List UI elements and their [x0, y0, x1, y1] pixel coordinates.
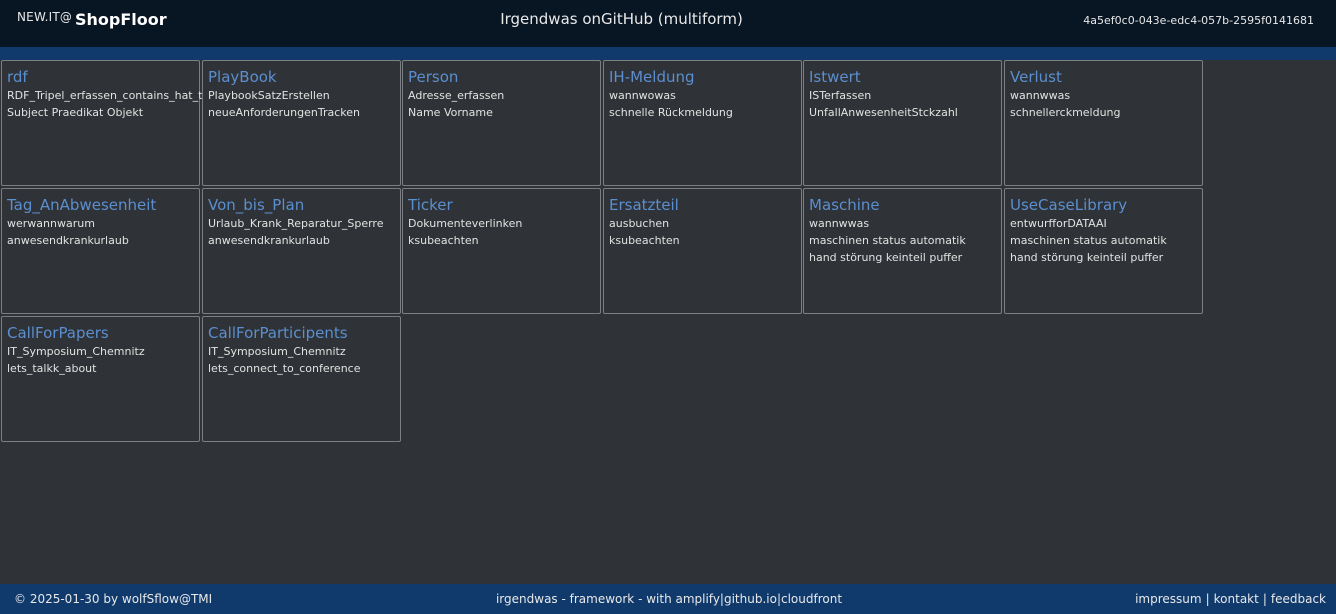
form-card-person[interactable]: Person Adresse_erfassen Name Vorname [402, 60, 601, 186]
link-separator: | [1205, 592, 1210, 606]
card-description-line: Adresse_erfassen [408, 89, 505, 102]
form-card-callforparticipents[interactable]: CallForParticipents IT_Symposium_Chemnitz… [202, 316, 401, 442]
card-description-line: maschinen status automatik [809, 234, 966, 247]
card-description-line: IT_Symposium_Chemnitz [7, 345, 145, 358]
card-description-line: anwesendkrankurlaub [7, 234, 129, 247]
form-card-usecaselibrary[interactable]: UseCaseLibrary entwurfforDATAAI maschinen … [1004, 188, 1203, 314]
card-title[interactable]: CallForPapers [7, 323, 199, 343]
form-card-ih-meldung[interactable]: IH-Meldung wannwowas schnelle Rückmeldung [603, 60, 802, 186]
form-card-callforpapers[interactable]: CallForPapers IT_Symposium_Chemnitz lets_t… [1, 316, 200, 442]
accent-bar [0, 47, 1336, 60]
card-description-line: ausbuchen [609, 217, 670, 230]
card-description-line: UnfallAnwesenheitStckzahl [809, 106, 958, 119]
impressum-link[interactable]: impressum [1135, 592, 1202, 606]
card-title[interactable]: Tag_AnAbwesenheit [7, 195, 199, 215]
footer-links: impressum | kontakt | feedback [1135, 592, 1326, 606]
form-card-tag-anabwesenheit[interactable]: Tag_AnAbwesenheit werwannwarum anwesendkra… [1, 188, 200, 314]
card-title[interactable]: Istwert [809, 67, 1001, 87]
card-description-line: Subject Praedikat Objekt [7, 106, 144, 119]
card-title[interactable]: IH-Meldung [609, 67, 801, 87]
card-description-line: wannwwas [1010, 89, 1071, 102]
session-id: 4a5ef0c0-043e-edc4-057b-2595f0141681 [1083, 14, 1314, 27]
top-navbar: NEW.IT@ ShopFloor Irgendwas onGitHub (mu… [0, 0, 1336, 47]
form-card-von-bis-plan[interactable]: Von_bis_Plan Urlaub_Krank_Reparatur_Sperr… [202, 188, 401, 314]
card-description-line: Urlaub_Krank_Reparatur_Sperre [208, 217, 384, 230]
card-description-line: maschinen status automatik [1010, 234, 1167, 247]
card-description-line: Name Vorname [408, 106, 493, 119]
form-card-rdf[interactable]: rdf RDF_Tripel_erfassen_contains_hat_typ_… [1, 60, 232, 186]
card-description-line: neueAnforderungenTracken [208, 106, 360, 119]
feedback-link[interactable]: feedback [1271, 592, 1326, 606]
card-title[interactable]: Ersatzteil [609, 195, 801, 215]
card-description-line: PlaybookSatzErstellen [208, 89, 330, 102]
card-title[interactable]: Von_bis_Plan [208, 195, 400, 215]
card-description-line: anwesendkrankurlaub [208, 234, 330, 247]
card-description-line: IT_Symposium_Chemnitz [208, 345, 346, 358]
card-description-line: RDF_Tripel_erfassen_contains_hat_typ_... [7, 89, 232, 102]
link-separator: | [1262, 592, 1267, 606]
form-card-istwert[interactable]: Istwert ISTerfassen UnfallAnwesenheitStckz… [803, 60, 1002, 186]
card-description-line: lets_talkk_about [7, 362, 97, 375]
card-description-line: ksubeachten [408, 234, 479, 247]
card-description-line: werwannwarum [7, 217, 95, 230]
card-description-line: schnelle Rückmeldung [609, 106, 733, 119]
card-title[interactable]: Person [408, 67, 600, 87]
card-description-line: hand störung keinteil puffer [809, 251, 963, 264]
page-title: Irgendwas onGitHub (multiform) [500, 10, 743, 28]
card-description-line: wannwwas [809, 217, 870, 230]
card-title[interactable]: Verlust [1010, 67, 1202, 87]
card-description-line: schnellerckmeldung [1010, 106, 1121, 119]
card-title[interactable]: Ticker [408, 195, 600, 215]
card-title[interactable]: rdf [7, 67, 199, 87]
form-card-verlust[interactable]: Verlust wannwwas schnellerckmeldung [1004, 60, 1203, 186]
form-card-ticker[interactable]: Ticker Dokumenteverlinken ksubeachten [402, 188, 601, 314]
card-title[interactable]: UseCaseLibrary [1010, 195, 1202, 215]
form-card-ersatzteil[interactable]: Ersatzteil ausbuchen ksubeachten [603, 188, 802, 314]
card-title[interactable]: CallForParticipents [208, 323, 400, 343]
form-card-maschine[interactable]: Maschine wannwwas maschinen status automat… [803, 188, 1002, 314]
card-description-line: wannwowas [609, 89, 676, 102]
card-description-line: entwurfforDATAAI [1010, 217, 1107, 230]
card-description-line: lets_connect_to_conference [208, 362, 361, 375]
card-description-line: ISTerfassen [809, 89, 872, 102]
form-card-playbook[interactable]: PlayBook PlaybookSatzErstellen neueAnforde… [202, 60, 401, 186]
card-description-line: hand störung keinteil puffer [1010, 251, 1164, 264]
kontakt-link[interactable]: kontakt [1214, 592, 1259, 606]
card-description-line: Dokumenteverlinken [408, 217, 523, 230]
card-description-line: ksubeachten [609, 234, 680, 247]
card-title[interactable]: PlayBook [208, 67, 400, 87]
footer: © 2025-01-30 by wolfSflow@TMI irgendwas … [0, 584, 1336, 614]
card-title[interactable]: Maschine [809, 195, 1001, 215]
